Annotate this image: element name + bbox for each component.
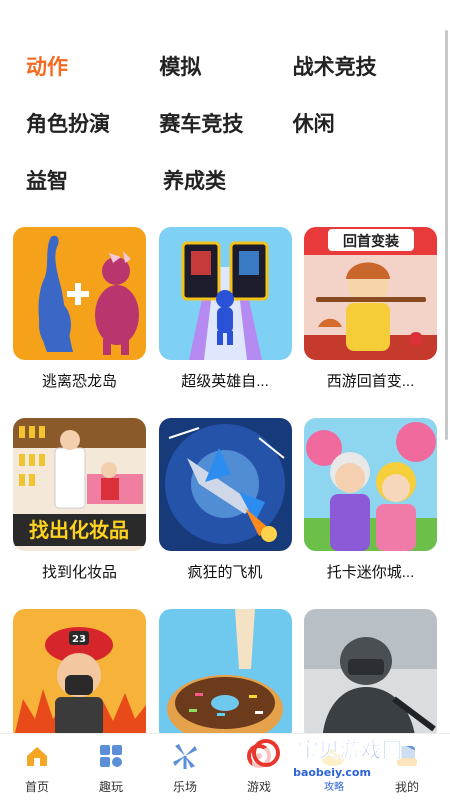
toca-thumbnail-art [304,418,437,551]
game-thumbnail[interactable]: 回首变装 [304,227,437,360]
game-card[interactable]: 托卡迷你城... [304,418,437,609]
windmill-icon [173,744,197,769]
category-simulation[interactable]: 模拟 [159,52,292,84]
soldier-thumbnail-art [304,609,437,742]
tab-profile[interactable]: 我的 [370,734,444,800]
cloud-icon [322,749,344,766]
category-tactical[interactable]: 战术竞技 [293,52,426,84]
thumb-banner-text: 回首变装 [343,233,400,250]
tab-playground[interactable]: 乐场 [148,734,222,800]
game-thumbnail[interactable]: 找出化妆品 [13,418,146,551]
home-icon [27,747,47,766]
jet-thumbnail-art [158,418,292,551]
game-row: 找出化妆品 找到化妆品 疯狂的飞机 托卡迷你城... [13,418,437,609]
category-action[interactable]: 动作 [26,52,159,84]
makeup-thumbnail-art: 找出化妆品 [13,418,146,551]
game-title: 找到化妆品 [41,564,117,581]
game-card[interactable]: 疯狂的飞机 [158,418,292,609]
category-puzzle[interactable]: 益智 [26,166,163,198]
tab-games[interactable]: 游戏 [222,734,296,800]
thumb-badge-text: 23 [72,634,86,645]
gamepad-icon [247,744,271,768]
game-card[interactable]: 超级英雄自... [158,227,292,418]
runner-thumbnail-art [158,227,292,360]
game-card[interactable]: 回首变装 西游回首变... [304,227,437,418]
game-thumbnail[interactable] [158,418,292,551]
monkey-king-thumbnail-art: 回首变装 [304,227,437,360]
game-card[interactable]: 找出化妆品 找到化妆品 [13,418,146,609]
game-title: 疯狂的飞机 [187,564,263,581]
profile-icon [397,746,417,766]
tab-label: 首页 [24,780,49,794]
game-title: 逃离恐龙岛 [41,373,117,390]
game-row: 逃离恐龙岛 超级英雄自... 回首变装 西游回首变... [13,227,437,418]
tab-label: 趣玩 [98,780,123,794]
scrollbar[interactable] [445,30,448,440]
tab-fun[interactable]: 趣玩 [74,734,148,800]
game-title: 超级英雄自... [181,373,269,390]
firefighter-thumbnail-art: 23 [13,609,146,742]
category-filter: 动作 模拟 战术竞技 角色扮演 赛车竞技 休闲 益智 养成类 [26,52,426,223]
category-rpg[interactable]: 角色扮演 [26,109,159,141]
grid-icon [100,745,122,767]
game-thumbnail[interactable] [158,227,292,360]
thumb-banner-text: 找出化妆品 [29,518,129,542]
game-title: 西游回首变... [326,373,415,390]
tab-label: 游戏 [246,780,271,794]
game-thumbnail[interactable] [13,227,146,360]
tab-label: 乐场 [172,780,197,794]
donut-thumbnail-art [158,609,292,742]
category-racing[interactable]: 赛车竞技 [159,109,292,141]
category-row: 益智 养成类 [26,166,426,223]
game-thumbnail[interactable] [304,418,437,551]
bottom-tab-bar: 首页 趣玩 乐场 游戏 我的 [0,733,450,800]
dinosaur-thumbnail-art [13,227,146,360]
category-nurture[interactable]: 养成类 [163,166,300,198]
game-grid: 逃离恐龙岛 超级英雄自... 回首变装 西游回首变... 找出化妆品 找到化妆品… [13,227,437,800]
category-row: 动作 模拟 战术竞技 [26,52,426,109]
tab-home[interactable]: 首页 [0,734,74,800]
category-row: 角色扮演 赛车竞技 休闲 [26,109,426,166]
game-thumbnail[interactable] [304,609,437,742]
game-card[interactable]: 逃离恐龙岛 [13,227,146,418]
game-thumbnail[interactable] [158,609,292,742]
tab-label: 我的 [394,780,419,794]
game-title: 托卡迷你城... [326,564,415,581]
category-casual[interactable]: 休闲 [293,109,426,141]
game-thumbnail[interactable]: 23 [13,609,146,742]
tab-extra[interactable] [296,734,370,800]
